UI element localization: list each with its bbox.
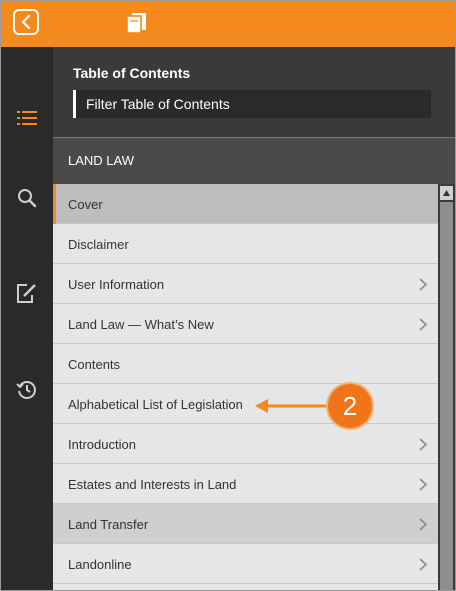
books-icon[interactable]: [126, 12, 148, 34]
scroll-thumb[interactable]: [440, 202, 453, 590]
left-rail: [1, 47, 53, 590]
chevron-right-icon[interactable]: [419, 278, 427, 291]
toc-item-label: Land Transfer: [68, 517, 149, 532]
toc-panel: Table of Contents LAND LAW Cover Disclai…: [53, 47, 455, 590]
toc-item-landonline[interactable]: Landonline: [53, 544, 438, 584]
annotation-callout: 2: [328, 384, 372, 428]
section-title-label: LAND LAW: [68, 153, 134, 168]
toc-item-label: Landonline: [68, 557, 132, 572]
toc-item-user-information[interactable]: User Information: [53, 264, 438, 304]
toc-item-label: Contents: [68, 357, 121, 372]
toc-item-introduction[interactable]: Introduction: [53, 424, 438, 464]
chevron-right-icon[interactable]: [419, 518, 427, 531]
toc-item-cover[interactable]: Cover: [53, 184, 438, 224]
toc-item-alphabetical-list[interactable]: Alphabetical List of Legislation: [53, 384, 438, 424]
toc-item-label: User Information: [68, 277, 165, 292]
scroll-up-button[interactable]: [440, 186, 453, 200]
toc-item-land-transfer[interactable]: Land Transfer: [53, 504, 438, 544]
app-frame: Table of Contents LAND LAW Cover Disclai…: [0, 0, 456, 591]
arrow-left-icon: [255, 399, 329, 413]
edit-note-icon[interactable]: [14, 280, 40, 306]
toc-item-estates[interactable]: Estates and Interests in Land: [53, 464, 438, 504]
toc-item-label: Cover: [68, 197, 103, 212]
toc-item-label: Disclaimer: [68, 237, 129, 252]
section-title: LAND LAW: [53, 138, 455, 184]
toc-item-contents[interactable]: Contents: [53, 344, 438, 384]
chevron-right-icon[interactable]: [419, 478, 427, 491]
chevron-right-icon[interactable]: [419, 558, 427, 571]
toc-item-label: Land Law — What’s New: [68, 317, 214, 332]
history-icon[interactable]: [14, 377, 40, 403]
list-icon[interactable]: [14, 105, 40, 131]
toc-title: Table of Contents: [73, 65, 191, 81]
filter-toc-input[interactable]: [73, 90, 431, 118]
scrollbar[interactable]: [438, 184, 455, 590]
toc-header: Table of Contents: [53, 47, 455, 138]
top-toolbar: [1, 1, 455, 47]
triangle-up-icon: [443, 190, 450, 196]
chevron-right-icon[interactable]: [419, 318, 427, 331]
chevron-left-icon: [21, 15, 31, 29]
toc-item-label: Introduction: [68, 437, 136, 452]
toc-list: Cover Disclaimer User Information Land L…: [53, 184, 438, 590]
toc-item-disclaimer[interactable]: Disclaimer: [53, 224, 438, 264]
toc-item-whats-new[interactable]: Land Law — What’s New: [53, 304, 438, 344]
toc-item-label: Estates and Interests in Land: [68, 477, 237, 492]
search-icon[interactable]: [14, 185, 40, 211]
chevron-right-icon[interactable]: [419, 438, 427, 451]
back-button[interactable]: [13, 9, 39, 35]
toc-item-label: Alphabetical List of Legislation: [68, 397, 243, 412]
